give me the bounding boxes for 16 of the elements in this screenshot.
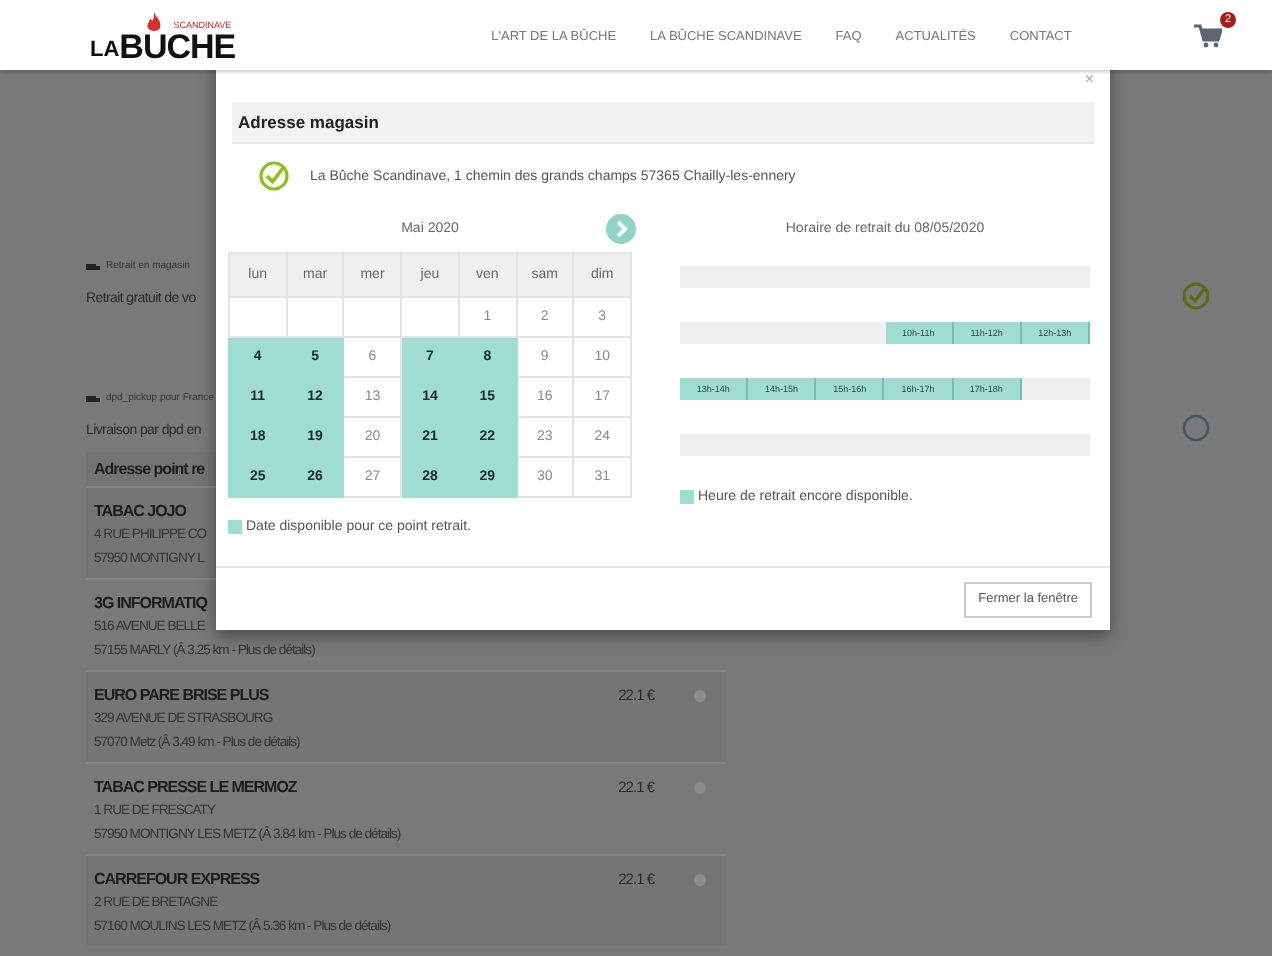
next-month-icon[interactable]	[606, 214, 636, 244]
relay-point-name: EURO PARE BRISE PLUS	[94, 684, 269, 708]
relay-point-name: 3G INFORMATIQ	[94, 592, 207, 616]
relay-point-name: TABAC JOJO	[94, 500, 186, 524]
flame-icon	[144, 11, 164, 31]
cart-icon	[1194, 23, 1222, 47]
logo-wordmark: BUCHE	[119, 29, 236, 63]
check-circle-icon	[258, 160, 290, 192]
radio-button[interactable]	[694, 690, 706, 702]
relay-point-name: CARREFOUR EXPRESS	[94, 868, 260, 892]
radio-button[interactable]	[694, 874, 706, 886]
legend-swatch	[228, 520, 242, 534]
relay-point-name: TABAC PRESSE LE MERMOZ	[94, 776, 297, 800]
legend-swatch	[680, 490, 694, 504]
logo-prefix: LA	[90, 35, 120, 63]
section-header: Adresse magasin	[232, 102, 1094, 144]
